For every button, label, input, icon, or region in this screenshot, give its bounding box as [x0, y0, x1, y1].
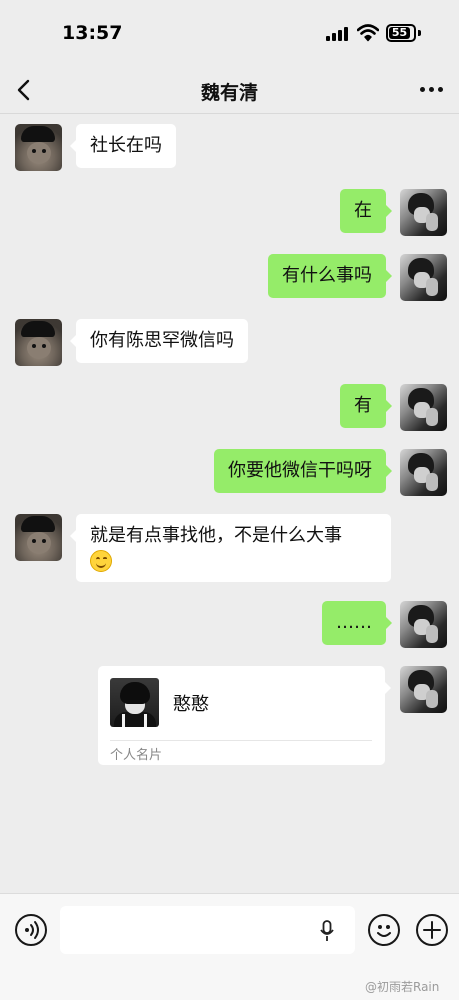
message-input[interactable]: [60, 906, 355, 954]
card-contact-name: 憨憨: [173, 694, 209, 715]
contact-avatar[interactable]: [15, 124, 62, 171]
battery-tip: [418, 30, 421, 36]
smile-emoji-icon: [90, 550, 112, 572]
message-bubble-outgoing[interactable]: 在: [340, 189, 392, 233]
battery-level: 55: [389, 27, 410, 39]
message-bubble-outgoing[interactable]: 有: [340, 384, 392, 428]
chat-title: 魏有清: [200, 82, 258, 104]
card-contact-avatar: [110, 678, 159, 727]
contact-avatar[interactable]: [15, 514, 62, 561]
ellipsis-icon[interactable]: [420, 86, 446, 94]
message-bubble-outgoing[interactable]: 有什么事吗: [268, 254, 392, 298]
my-avatar[interactable]: [400, 384, 447, 431]
status-time: 13:57: [62, 22, 123, 44]
my-avatar[interactable]: [400, 449, 447, 496]
battery-icon: 55: [386, 24, 416, 42]
chat-header: 魏有清: [0, 66, 459, 114]
my-avatar[interactable]: [400, 254, 447, 301]
cellular-signal-icon: [326, 27, 350, 41]
status-bar: 13:57 55: [0, 0, 459, 66]
message-bubble-outgoing[interactable]: 你要他微信干吗呀: [214, 449, 392, 493]
my-avatar[interactable]: [400, 189, 447, 236]
my-avatar[interactable]: [400, 666, 447, 713]
message-bubble-incoming[interactable]: 你有陈思罕微信吗: [70, 319, 248, 363]
message-bubble-incoming[interactable]: 就是有点事找他，不是什么大事: [70, 514, 391, 582]
contact-card[interactable]: 憨憨 个人名片: [98, 666, 391, 765]
watermark: @初雨若Rain: [365, 980, 440, 994]
my-avatar[interactable]: [400, 601, 447, 648]
message-bubble-outgoing[interactable]: ……: [322, 601, 392, 645]
message-text: 就是有点事找他，不是什么大事: [90, 525, 342, 546]
card-divider: [110, 740, 372, 741]
contact-avatar[interactable]: [15, 319, 62, 366]
plus-icon[interactable]: [416, 914, 448, 946]
voice-icon[interactable]: [15, 914, 47, 946]
emoji-icon[interactable]: [368, 914, 400, 946]
mic-icon[interactable]: [320, 920, 334, 942]
card-type-label: 个人名片: [110, 748, 163, 763]
message-bubble-incoming[interactable]: 社长在吗: [70, 124, 176, 168]
wifi-icon: [357, 24, 379, 42]
